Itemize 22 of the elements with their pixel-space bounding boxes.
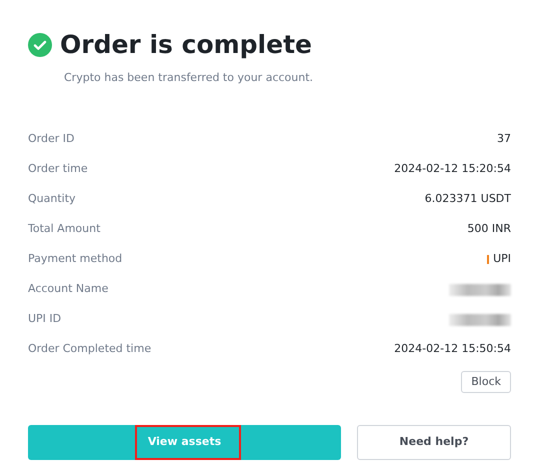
detail-value: 500 INR xyxy=(467,221,511,238)
detail-label: Order Completed time xyxy=(28,341,152,358)
subtitle: Crypto has been transferred to your account. xyxy=(64,70,314,86)
block-button[interactable]: Block xyxy=(461,370,511,393)
detail-label: Payment method xyxy=(28,251,122,268)
help-button[interactable]: Need help? xyxy=(357,425,511,460)
detail-label: UPI ID xyxy=(28,311,62,328)
redacted-value xyxy=(449,314,511,326)
detail-value: 37 xyxy=(497,131,511,148)
detail-label: Total Amount xyxy=(28,221,100,238)
detail-value: 2024-02-12 15:20:54 xyxy=(394,161,511,178)
detail-label: Account Name xyxy=(28,281,108,298)
check-circle-icon xyxy=(28,33,52,57)
redacted-value xyxy=(449,284,511,296)
detail-value: UPI xyxy=(493,251,511,268)
detail-label: Order time xyxy=(28,161,88,178)
page-title: Order is complete xyxy=(60,30,312,60)
detail-value: 6.023371 USDT xyxy=(424,191,511,208)
detail-value: 2024-02-12 15:50:54 xyxy=(394,341,511,358)
detail-label: Order ID xyxy=(28,131,74,148)
method-marker-icon xyxy=(487,255,490,264)
detail-label: Quantity xyxy=(28,191,76,208)
